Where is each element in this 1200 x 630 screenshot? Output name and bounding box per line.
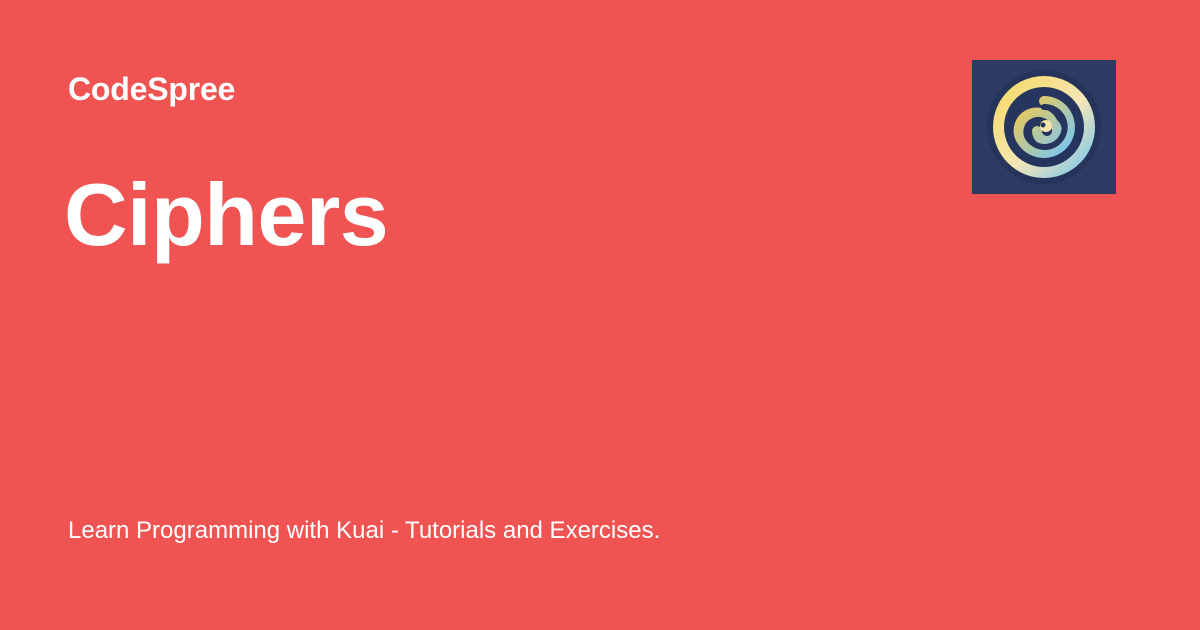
page-title: Ciphers <box>64 165 389 264</box>
tagline: Learn Programming with Kuai - Tutorials … <box>68 517 661 544</box>
brand-name: CodeSpree <box>68 71 236 107</box>
spiral-logo-icon <box>972 60 1116 194</box>
